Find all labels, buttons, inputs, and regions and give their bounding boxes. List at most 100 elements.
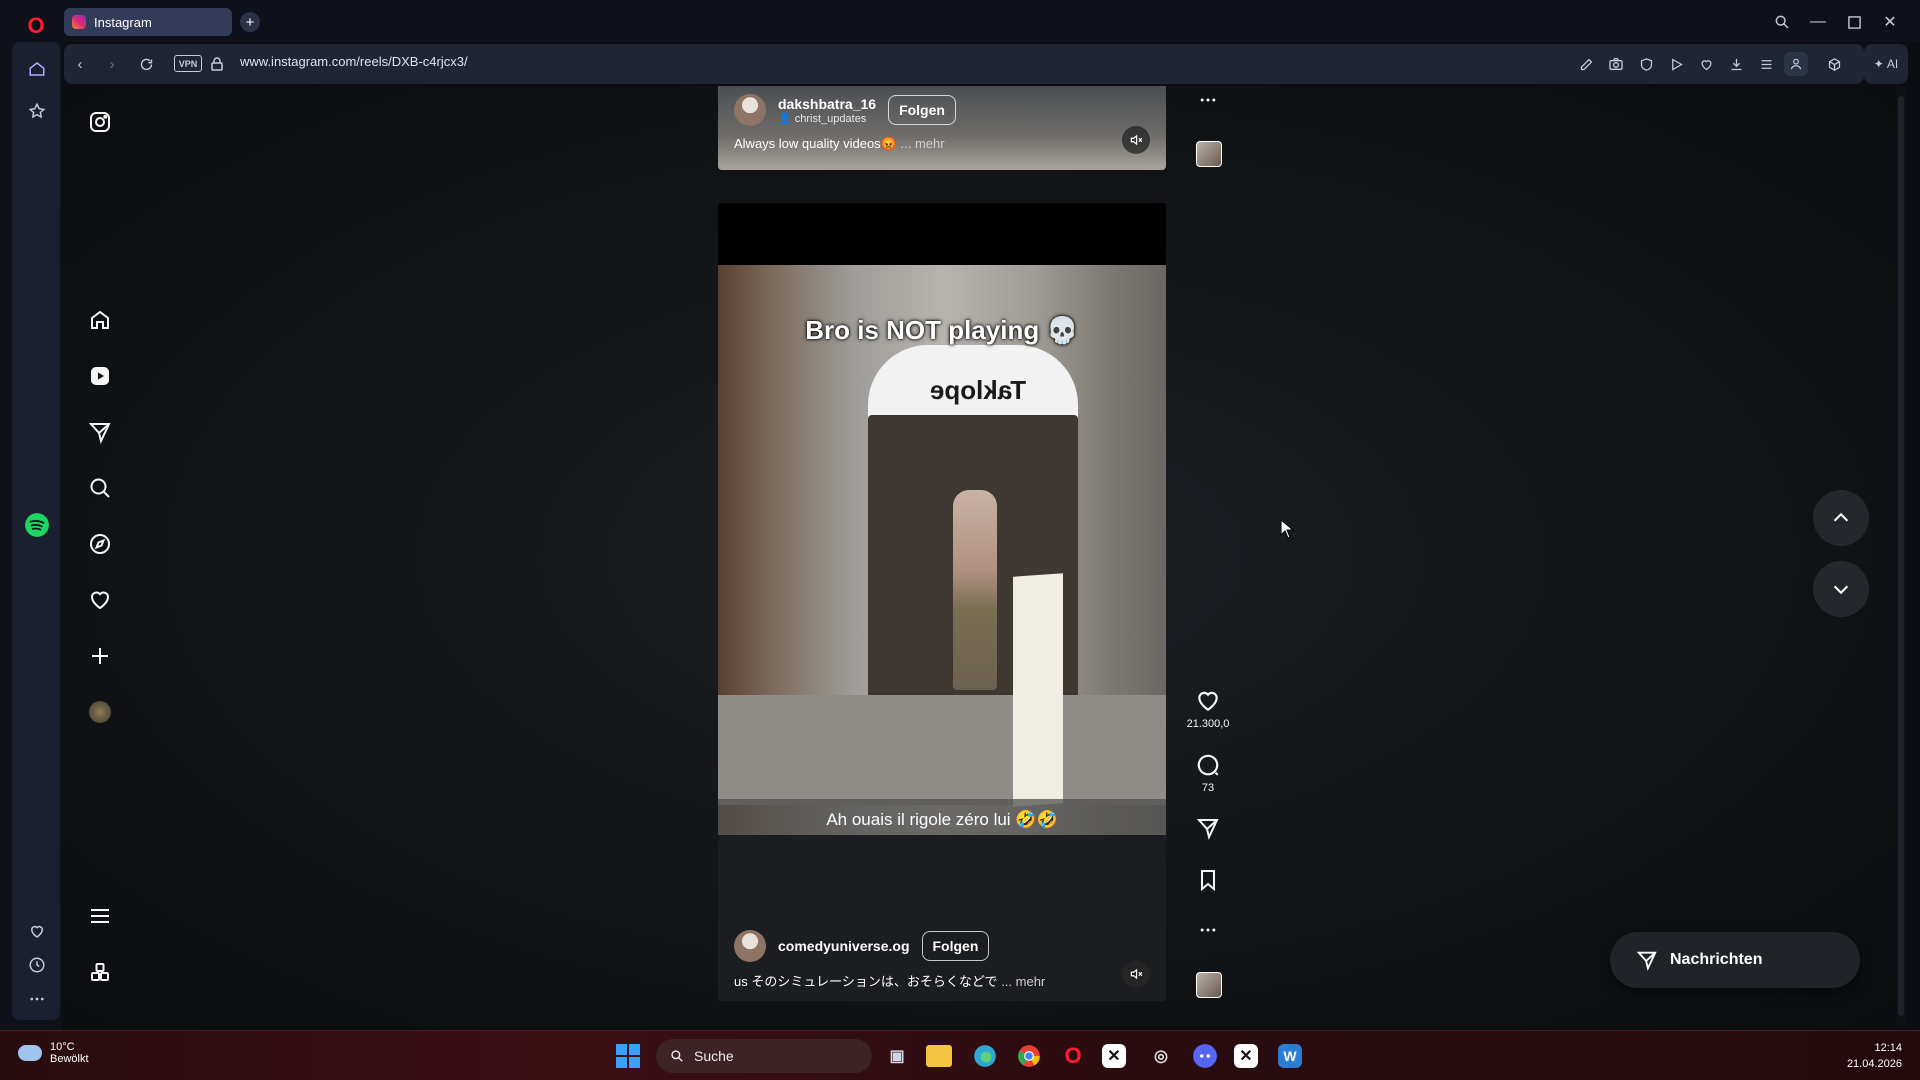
bookmark-heart-icon[interactable] [1694,52,1718,76]
share-action[interactable] [1188,816,1228,840]
previous-reel-mute-button[interactable] [1122,126,1150,154]
like-heart-icon [1198,691,1218,711]
clock-date: 21.04.2026 [1846,1058,1902,1070]
direct-icon[interactable] [86,418,114,446]
like-count: 21.300,0 [1186,718,1230,730]
capcut-secondary-icon[interactable]: ✕ [1234,1044,1258,1068]
new-tab-button[interactable]: + [240,12,260,32]
speed-dial-home-icon[interactable] [22,54,52,84]
current-reel-more-link[interactable]: ... mehr [1001,974,1045,989]
cloud-icon [18,1045,42,1061]
close-window-button[interactable]: ✕ [1876,8,1904,36]
edge-icon[interactable] [970,1041,1000,1071]
file-explorer-icon[interactable] [926,1045,952,1067]
instagram-logo-icon[interactable] [86,108,114,136]
sidebar-more-icon[interactable] [22,984,52,1014]
taskbar-clock[interactable]: 12:14 21.04.2026 [1847,1040,1902,1072]
comment-count: 73 [1201,782,1215,794]
tab-title: Instagram [94,14,152,30]
play-icon[interactable] [1664,52,1688,76]
previous-reel-more-options-icon[interactable] [1188,90,1228,110]
minimize-button[interactable]: — [1804,8,1832,36]
download-icon[interactable] [1724,52,1748,76]
heart-icon[interactable] [86,586,114,614]
reel-video[interactable]: Taklope [718,265,1166,1001]
extensions-cube-icon[interactable] [1822,52,1846,76]
url-text[interactable]: www.instagram.com/reels/DXB-c4rjcx3/ [240,54,468,69]
like-action[interactable]: 21.300,0 [1186,688,1230,730]
opera-taskbar-icon[interactable]: O [1058,1041,1088,1071]
messages-icon [1636,951,1657,971]
next-reel-button[interactable] [1813,561,1869,617]
capcut-icon[interactable]: ✕ [1102,1044,1126,1068]
history-icon[interactable] [22,950,52,980]
opera-logo-icon[interactable]: O [22,12,50,40]
taskbar-search-label: Suche [694,1048,734,1064]
back-button[interactable]: ‹ [68,52,92,76]
shield-icon[interactable] [1634,52,1658,76]
chrome-icon[interactable] [1014,1041,1044,1071]
reload-button[interactable] [134,52,158,76]
profile-avatar[interactable] [86,698,114,726]
current-reel-avatar[interactable] [734,930,766,962]
windows-taskbar [0,1030,1920,1080]
clock-time: 12:14 [1874,1042,1902,1054]
comment-action[interactable]: 73 [1188,752,1228,794]
previous-reel-button[interactable] [1813,490,1869,546]
audio-thumbnail[interactable] [1196,972,1222,998]
reels-icon[interactable] [86,362,114,390]
windows-start-icon[interactable] [616,1044,640,1068]
weather-widget[interactable]: 10°C Bewölkt [18,1041,89,1065]
current-reel-user-row: comedyuniverse.og Folgen [734,930,990,962]
vpn-badge[interactable]: VPN [174,55,202,72]
previous-reel-collab[interactable]: 👤 christ_updates [778,112,876,125]
create-icon[interactable] [86,642,114,670]
current-reel[interactable]: Taklope Bro is NOT playing 💀 Ah ouais il… [718,203,1166,1001]
lock-icon[interactable] [205,52,229,76]
current-reel-mute-button[interactable] [1122,960,1150,988]
discord-icon[interactable] [1190,1041,1220,1071]
ai-button-label: AI [1886,57,1899,71]
page-scrollbar[interactable] [1896,86,1906,1026]
also-from-meta-icon[interactable] [86,958,114,986]
explore-icon[interactable] [86,530,114,558]
word-icon[interactable]: W [1278,1044,1302,1068]
search-icon[interactable] [86,474,114,502]
browser-search-icon[interactable] [1768,8,1796,36]
current-reel-follow-button[interactable]: Folgen [921,931,990,961]
pinboard-icon[interactable] [22,96,52,126]
spotify-icon[interactable] [22,510,52,540]
menu-icon[interactable] [86,902,114,930]
previous-reel-caption-text: Always low quality videos😡 [734,136,897,151]
edit-icon[interactable] [1574,52,1598,76]
tab-instagram[interactable]: Instagram [64,8,232,36]
sidebar-heart-icon[interactable] [22,916,52,946]
messages-button[interactable]: Nachrichten [1610,932,1860,988]
camera-icon[interactable] [1604,52,1628,76]
taskbar-search[interactable]: Suche [656,1039,872,1073]
previous-reel-avatar[interactable] [734,94,766,126]
current-reel-caption[interactable]: us そのシミュレーションは、おそらくなどで ... mehr [734,971,1045,990]
previous-reel-user-row: dakshbatra_16 👤 christ_updates Folgen [734,94,956,126]
save-action[interactable] [1188,868,1228,892]
more-options-icon[interactable] [1188,920,1228,940]
easy-setup-icon[interactable] [1754,52,1778,76]
previous-reel-audio-thumbnail[interactable] [1196,141,1222,167]
scrollbar-thumb[interactable] [1898,96,1904,1016]
instagram-favicon-icon [72,15,86,29]
previous-reel-username[interactable]: dakshbatra_16 [778,96,876,112]
aria-ai-button[interactable]: ✦ AI [1864,44,1908,84]
home-icon[interactable] [86,306,114,334]
forward-button[interactable]: › [100,52,124,76]
app-circle-icon[interactable]: ◎ [1146,1041,1176,1071]
previous-reel-user-info: dakshbatra_16 👤 christ_updates [778,96,876,125]
profile-icon[interactable] [1784,52,1808,76]
previous-reel-caption[interactable]: Always low quality videos😡 ... mehr [734,136,945,152]
previous-reel[interactable]: dakshbatra_16 👤 christ_updates Folgen Al… [718,86,1166,170]
task-view-icon[interactable]: ▣ [882,1041,912,1071]
current-reel-username[interactable]: comedyuniverse.og [778,938,910,954]
maximize-button[interactable] [1840,8,1868,36]
person-figure [953,490,997,690]
previous-reel-follow-button[interactable]: Folgen [888,95,956,125]
previous-reel-more-link[interactable]: ... mehr [901,136,945,151]
